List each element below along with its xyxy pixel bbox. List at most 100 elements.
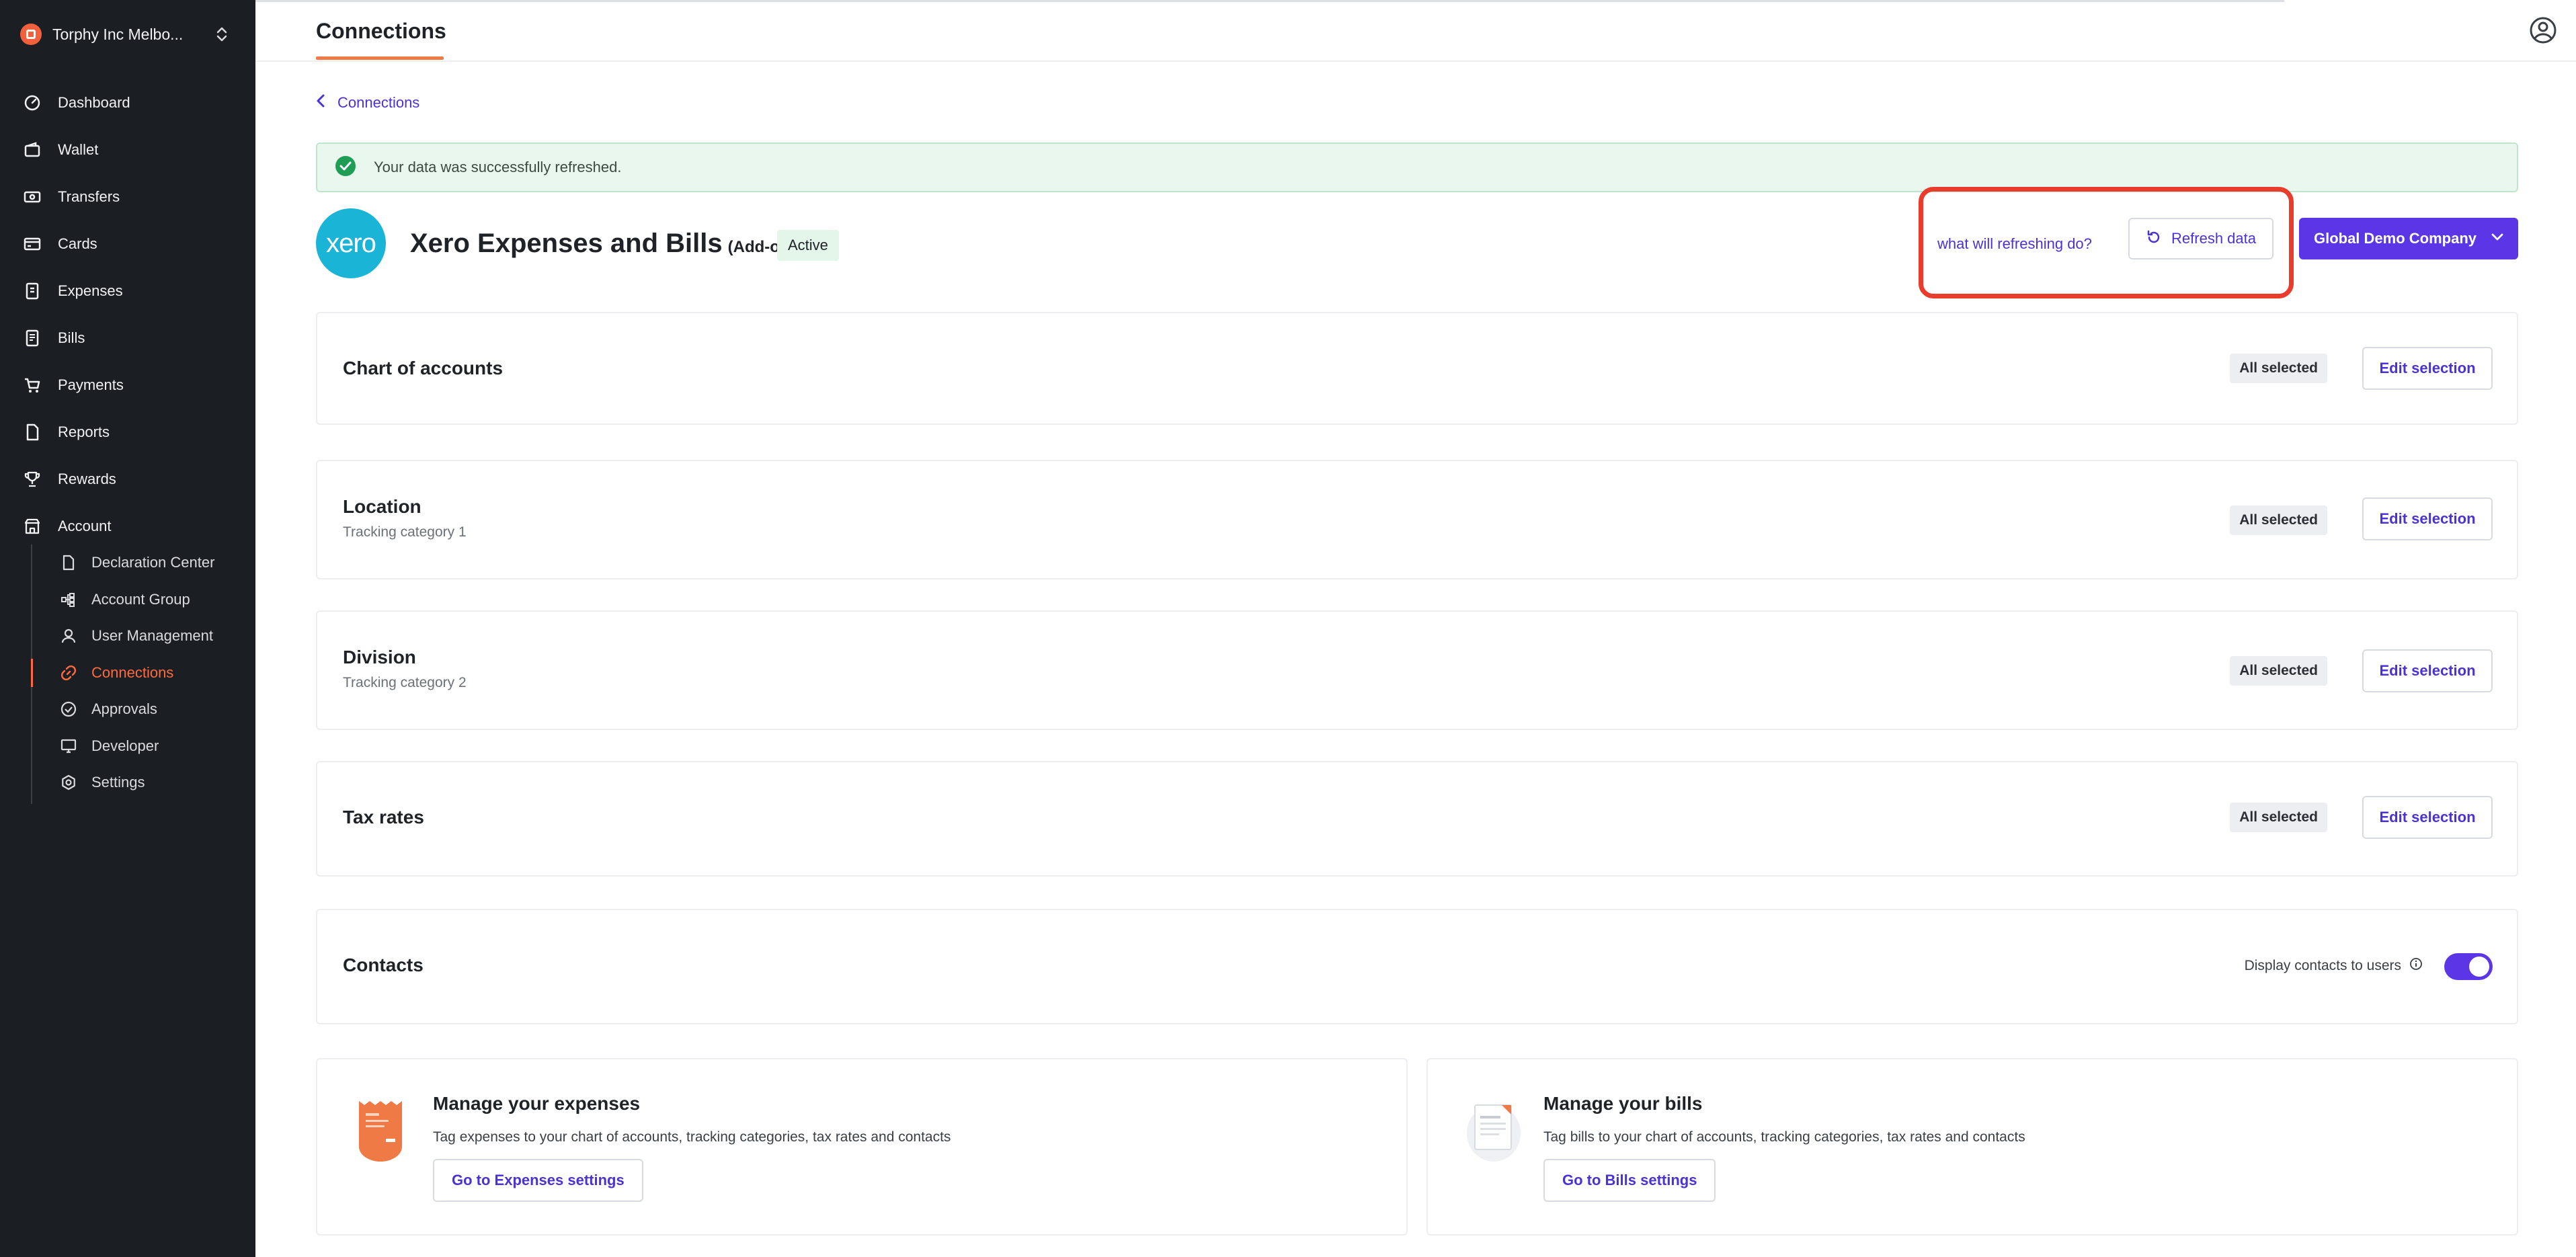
bill-document-icon	[1465, 1098, 1522, 1166]
org-logo-icon	[20, 24, 42, 45]
nav-label: Payments	[58, 376, 124, 393]
manage-bills-card: Manage your bills Tag bills to your char…	[1426, 1058, 2518, 1235]
sidebar-item-declaration-center[interactable]: Declaration Center	[32, 544, 255, 581]
display-contacts-label: Display contacts to users	[2245, 957, 2423, 975]
sub-nav-label: Approvals	[91, 700, 157, 718]
section-contacts: Contacts Display contacts to users	[316, 909, 2518, 1024]
hierarchy-icon	[59, 590, 78, 609]
section-subtitle: Tracking category 1	[343, 524, 467, 540]
monitor-icon	[59, 737, 78, 756]
nav-item-wallet[interactable]: Wallet	[0, 126, 255, 173]
back-link-label: Connections	[337, 94, 420, 111]
nav-item-bills[interactable]: Bills	[0, 315, 255, 362]
selection-status-badge: All selected	[2230, 354, 2327, 383]
org-switcher[interactable]: Torphy Inc Melbo...	[20, 20, 229, 48]
section-title: Location	[343, 496, 421, 517]
selection-status-badge: All selected	[2230, 656, 2327, 686]
success-alert: Your data was successfully refreshed.	[316, 143, 2518, 192]
refresh-icon	[2146, 229, 2162, 249]
display-contacts-toggle[interactable]	[2444, 953, 2493, 980]
promo-title: Manage your expenses	[433, 1093, 641, 1114]
nav-item-reports[interactable]: Reports	[0, 409, 255, 456]
nav-label: Account	[58, 518, 112, 534]
nav-label: Reports	[58, 423, 110, 440]
sidebar-item-account-group[interactable]: Account Group	[32, 581, 255, 618]
dashboard-icon	[23, 93, 42, 112]
section-chart-of-accounts: Chart of accounts All selected Edit sele…	[316, 312, 2518, 425]
section-subtitle: Tracking category 2	[343, 675, 467, 690]
edit-selection-button[interactable]: Edit selection	[2362, 347, 2493, 390]
sidebar: Torphy Inc Melbo... Dashboard Wallet Tra…	[0, 0, 255, 1257]
section-location: Location Tracking category 1 All selecte…	[316, 460, 2518, 579]
section-title: Chart of accounts	[343, 358, 504, 378]
edit-selection-button[interactable]: Edit selection	[2362, 649, 2493, 692]
section-tax-rates: Tax rates All selected Edit selection	[316, 761, 2518, 877]
nav-label: Bills	[58, 329, 85, 346]
section-title: Tax rates	[343, 807, 424, 827]
sub-nav-label: Connections	[91, 663, 174, 681]
wallet-icon	[23, 140, 42, 159]
nav-item-account[interactable]: Account	[0, 503, 255, 550]
promo-description: Tag expenses to your chart of accounts, …	[433, 1129, 951, 1145]
nav-item-rewards[interactable]: Rewards	[0, 456, 255, 503]
connection-header: xero Xero Expenses and Bills (Add-on) Act…	[316, 187, 2518, 298]
user-icon	[59, 626, 78, 645]
cart-icon	[23, 376, 42, 395]
chevron-down-icon	[2491, 233, 2503, 245]
nav-item-dashboard[interactable]: Dashboard	[0, 79, 255, 126]
gear-icon	[59, 773, 78, 792]
sidebar-item-approvals[interactable]: Approvals	[32, 691, 255, 728]
sub-nav-label: Developer	[91, 737, 159, 754]
section-title: Contacts	[343, 955, 424, 975]
section-division: Division Tracking category 2 All selecte…	[316, 610, 2518, 730]
receipt-icon	[23, 282, 42, 300]
check-circle-icon	[59, 700, 78, 719]
promo-title: Manage your bills	[1543, 1093, 1703, 1114]
user-profile-icon[interactable]	[2529, 16, 2557, 48]
nav-item-transfers[interactable]: Transfers	[0, 173, 255, 220]
expense-receipt-icon	[355, 1098, 406, 1166]
nav-label: Transfers	[58, 188, 120, 205]
sub-nav-label: Settings	[91, 774, 145, 791]
nav-item-expenses[interactable]: Expenses	[0, 268, 255, 315]
connection-title: Xero Expenses and Bills (Add-on)	[410, 229, 795, 258]
sidebar-item-settings[interactable]: Settings	[32, 764, 255, 801]
document-icon	[59, 553, 78, 572]
nav-label: Dashboard	[58, 94, 130, 111]
check-circle-icon	[335, 155, 356, 180]
nav-label: Rewards	[58, 471, 116, 487]
sub-nav-label: Declaration Center	[91, 554, 215, 571]
chevron-left-icon	[316, 94, 325, 112]
trophy-icon	[23, 470, 42, 489]
info-icon[interactable]	[2409, 957, 2423, 975]
company-select-button[interactable]: Global Demo Company	[2299, 218, 2518, 259]
account-subnav: Declaration Center Account Group User Ma…	[31, 544, 255, 804]
building-icon	[23, 517, 42, 536]
sidebar-item-user-management[interactable]: User Management	[32, 618, 255, 655]
toggle-knob	[2469, 957, 2489, 977]
edit-selection-button[interactable]: Edit selection	[2362, 796, 2493, 839]
alert-message: Your data was successfully refreshed.	[374, 159, 622, 175]
nav-item-payments[interactable]: Payments	[0, 362, 255, 409]
section-title: Division	[343, 647, 416, 667]
top-bar: Connections	[255, 0, 2576, 62]
promo-description: Tag bills to your chart of accounts, tra…	[1543, 1129, 2025, 1145]
sub-nav-label: Account Group	[91, 590, 190, 608]
main-nav: Dashboard Wallet Transfers Cards Expense…	[0, 79, 255, 550]
back-link[interactable]: Connections	[316, 94, 419, 112]
chevron-updown-icon[interactable]	[215, 26, 229, 46]
sub-nav-label: User Management	[91, 627, 213, 645]
edit-selection-button[interactable]: Edit selection	[2362, 497, 2493, 540]
card-icon	[23, 235, 42, 253]
go-to-bills-settings-button[interactable]: Go to Bills settings	[1543, 1159, 1716, 1202]
loading-line	[255, 0, 2284, 2]
refresh-help-link[interactable]: what will refreshing do?	[1937, 229, 2092, 259]
transfers-icon	[23, 188, 42, 206]
refresh-data-button[interactable]: Refresh data	[2128, 218, 2273, 259]
link-icon	[59, 663, 78, 682]
go-to-expenses-settings-button[interactable]: Go to Expenses settings	[433, 1159, 643, 1202]
sidebar-item-developer[interactable]: Developer	[32, 728, 255, 765]
sidebar-item-connections[interactable]: Connections	[31, 655, 255, 692]
page-title: Connections	[316, 19, 446, 43]
nav-item-cards[interactable]: Cards	[0, 220, 255, 268]
